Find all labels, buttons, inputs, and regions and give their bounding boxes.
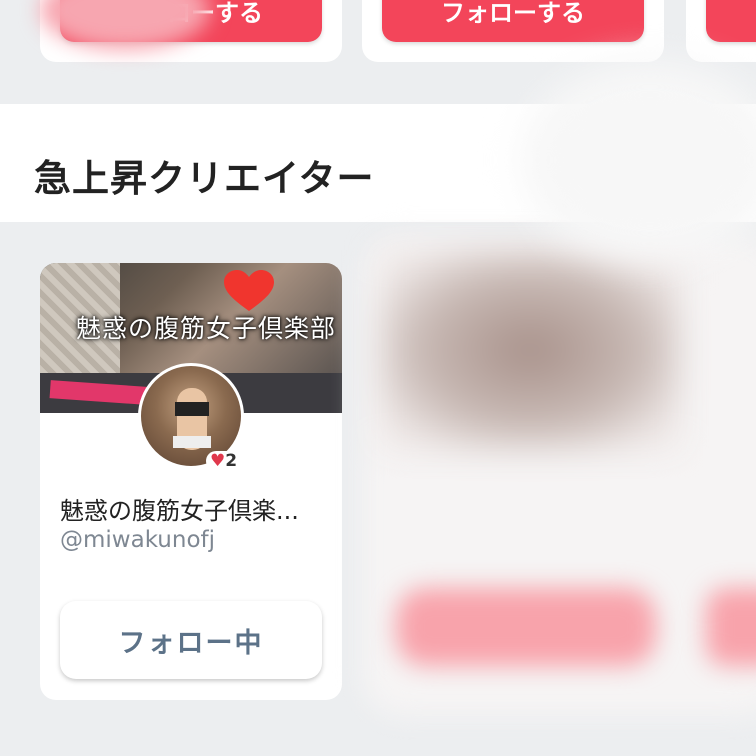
like-count: 2 (225, 451, 238, 471)
like-badge: ♥2 (206, 451, 242, 471)
avatar-figure-top (175, 402, 209, 416)
blurred-region (520, 60, 756, 260)
follow-button-top-2[interactable]: フォローする (382, 0, 644, 42)
blurred-follow-button[interactable] (396, 588, 656, 666)
heart-icon (224, 270, 274, 311)
avatar-figure-bottom (173, 436, 211, 448)
blurred-follow-button-2[interactable] (706, 588, 756, 666)
blurred-cover-image (380, 250, 680, 450)
section-title: 急上昇クリエイター (34, 157, 375, 200)
creator-name[interactable]: 魅惑の腹筋女子倶楽... (60, 491, 299, 526)
follow-button-top-3[interactable] (706, 0, 756, 42)
heart-icon: ♥ (210, 451, 226, 471)
follow-button-label: フォローする (441, 0, 585, 27)
creator-handle: @miwakunofj (60, 527, 216, 553)
cover-text: 魅惑の腹筋女子倶楽部 (76, 314, 337, 343)
following-button[interactable]: フォロー中 (60, 601, 322, 679)
following-button-label: フォロー中 (118, 627, 264, 659)
creator-card[interactable]: 魅惑の腹筋女子倶楽部 ♥2 魅惑の腹筋女子倶楽... @miwakunofj フ… (40, 263, 342, 700)
